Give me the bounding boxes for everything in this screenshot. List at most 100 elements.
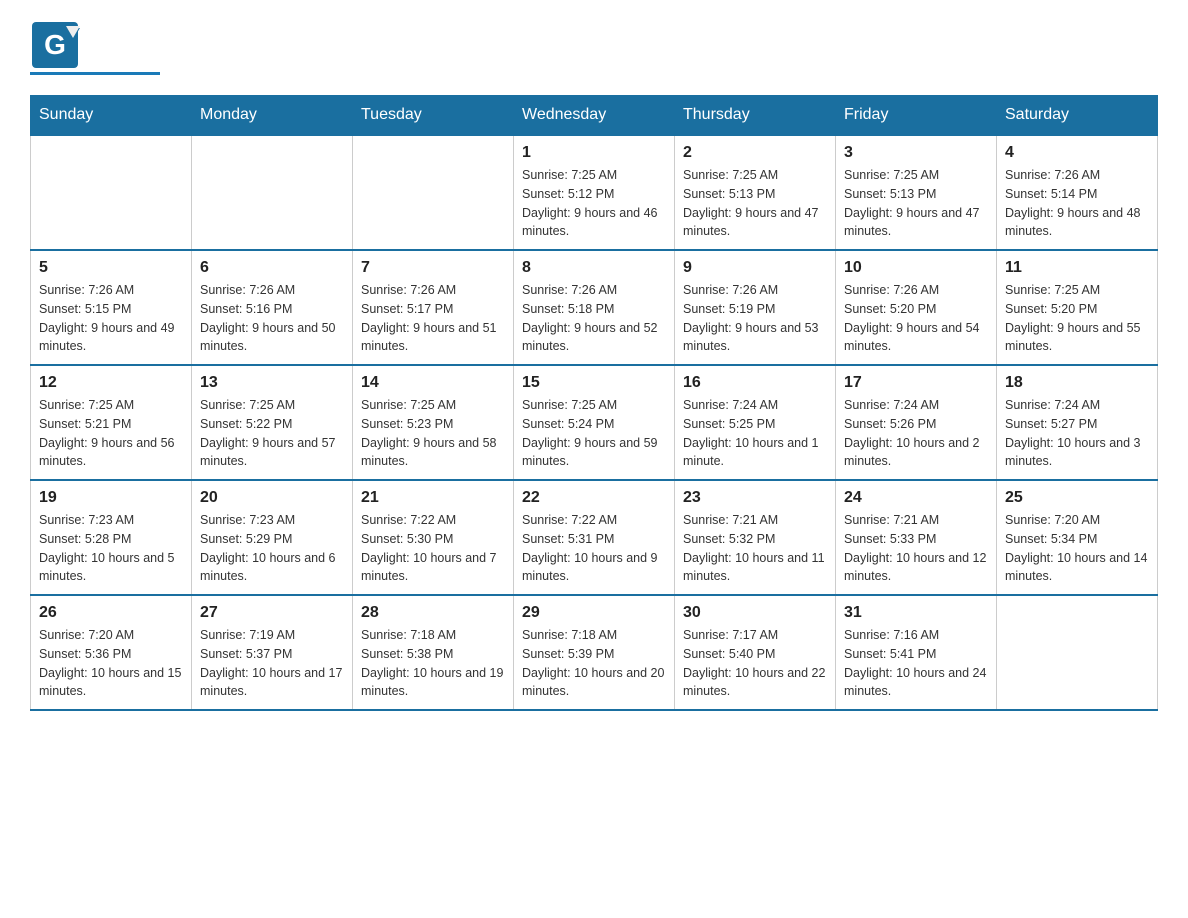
day-number: 23	[683, 489, 827, 507]
day-info: Sunrise: 7:23 AM	[39, 511, 183, 530]
calendar-cell: 28Sunrise: 7:18 AMSunset: 5:38 PMDayligh…	[353, 595, 514, 710]
day-info: Sunrise: 7:25 AM	[522, 396, 666, 415]
day-info: Sunrise: 7:21 AM	[683, 511, 827, 530]
day-info: Daylight: 10 hours and 17 minutes.	[200, 664, 344, 702]
day-info: Daylight: 10 hours and 2 minutes.	[844, 434, 988, 472]
calendar-day-header: Sunday	[31, 96, 192, 136]
day-info: Sunrise: 7:26 AM	[522, 281, 666, 300]
day-number: 25	[1005, 489, 1149, 507]
day-info: Daylight: 9 hours and 59 minutes.	[522, 434, 666, 472]
day-number: 24	[844, 489, 988, 507]
day-info: Daylight: 10 hours and 20 minutes.	[522, 664, 666, 702]
day-info: Sunset: 5:22 PM	[200, 415, 344, 434]
day-info: Sunset: 5:14 PM	[1005, 185, 1149, 204]
calendar-header-row: SundayMondayTuesdayWednesdayThursdayFrid…	[31, 96, 1158, 136]
day-info: Sunset: 5:17 PM	[361, 300, 505, 319]
day-info: Sunrise: 7:25 AM	[683, 166, 827, 185]
day-info: Sunrise: 7:24 AM	[683, 396, 827, 415]
svg-text:G: G	[44, 29, 66, 60]
day-info: Sunrise: 7:16 AM	[844, 626, 988, 645]
day-info: Daylight: 9 hours and 49 minutes.	[39, 319, 183, 357]
calendar-cell	[31, 135, 192, 250]
day-info: Sunset: 5:13 PM	[844, 185, 988, 204]
day-info: Sunrise: 7:21 AM	[844, 511, 988, 530]
day-info: Sunrise: 7:26 AM	[39, 281, 183, 300]
calendar-day-header: Thursday	[675, 96, 836, 136]
calendar-day-header: Saturday	[997, 96, 1158, 136]
day-number: 8	[522, 259, 666, 277]
day-info: Daylight: 10 hours and 9 minutes.	[522, 549, 666, 587]
day-info: Daylight: 10 hours and 3 minutes.	[1005, 434, 1149, 472]
calendar-cell: 27Sunrise: 7:19 AMSunset: 5:37 PMDayligh…	[192, 595, 353, 710]
calendar-cell: 11Sunrise: 7:25 AMSunset: 5:20 PMDayligh…	[997, 250, 1158, 365]
day-number: 30	[683, 604, 827, 622]
day-info: Sunrise: 7:25 AM	[522, 166, 666, 185]
day-info: Daylight: 9 hours and 48 minutes.	[1005, 204, 1149, 242]
day-info: Daylight: 9 hours and 55 minutes.	[1005, 319, 1149, 357]
day-info: Sunset: 5:23 PM	[361, 415, 505, 434]
day-info: Sunset: 5:21 PM	[39, 415, 183, 434]
day-number: 31	[844, 604, 988, 622]
day-number: 18	[1005, 374, 1149, 392]
calendar-week-row: 26Sunrise: 7:20 AMSunset: 5:36 PMDayligh…	[31, 595, 1158, 710]
day-number: 19	[39, 489, 183, 507]
day-info: Sunset: 5:18 PM	[522, 300, 666, 319]
calendar-cell: 1Sunrise: 7:25 AMSunset: 5:12 PMDaylight…	[514, 135, 675, 250]
day-info: Sunrise: 7:25 AM	[844, 166, 988, 185]
day-info: Sunrise: 7:23 AM	[200, 511, 344, 530]
calendar-cell: 31Sunrise: 7:16 AMSunset: 5:41 PMDayligh…	[836, 595, 997, 710]
day-number: 11	[1005, 259, 1149, 277]
calendar-cell: 17Sunrise: 7:24 AMSunset: 5:26 PMDayligh…	[836, 365, 997, 480]
calendar-cell: 29Sunrise: 7:18 AMSunset: 5:39 PMDayligh…	[514, 595, 675, 710]
calendar-cell: 9Sunrise: 7:26 AMSunset: 5:19 PMDaylight…	[675, 250, 836, 365]
day-info: Sunset: 5:15 PM	[39, 300, 183, 319]
day-info: Daylight: 9 hours and 56 minutes.	[39, 434, 183, 472]
calendar-cell: 22Sunrise: 7:22 AMSunset: 5:31 PMDayligh…	[514, 480, 675, 595]
calendar-cell: 5 Sunrise: 7:26 AMSunset: 5:15 PMDaylight…	[31, 250, 192, 365]
logo: G	[30, 20, 160, 75]
day-number: 9	[683, 259, 827, 277]
calendar-table: SundayMondayTuesdayWednesdayThursdayFrid…	[30, 95, 1158, 711]
day-info: Sunset: 5:34 PM	[1005, 530, 1149, 549]
calendar-cell: 10Sunrise: 7:26 AMSunset: 5:20 PMDayligh…	[836, 250, 997, 365]
day-info: Sunrise: 7:26 AM	[361, 281, 505, 300]
day-info: Sunset: 5:24 PM	[522, 415, 666, 434]
day-info: Sunrise: 7:18 AM	[522, 626, 666, 645]
calendar-cell: 21Sunrise: 7:22 AMSunset: 5:30 PMDayligh…	[353, 480, 514, 595]
calendar-cell: 7Sunrise: 7:26 AMSunset: 5:17 PMDaylight…	[353, 250, 514, 365]
day-info: Sunrise: 7:25 AM	[200, 396, 344, 415]
day-info: Daylight: 10 hours and 12 minutes.	[844, 549, 988, 587]
day-info: Daylight: 9 hours and 54 minutes.	[844, 319, 988, 357]
calendar-cell: 18Sunrise: 7:24 AMSunset: 5:27 PMDayligh…	[997, 365, 1158, 480]
day-info: Sunrise: 7:26 AM	[200, 281, 344, 300]
day-info: Sunset: 5:37 PM	[200, 645, 344, 664]
day-info: Sunset: 5:16 PM	[200, 300, 344, 319]
day-info: Sunset: 5:12 PM	[522, 185, 666, 204]
day-info: Sunrise: 7:17 AM	[683, 626, 827, 645]
calendar-cell: 30Sunrise: 7:17 AMSunset: 5:40 PMDayligh…	[675, 595, 836, 710]
day-info: Sunrise: 7:25 AM	[39, 396, 183, 415]
day-info: Daylight: 9 hours and 50 minutes.	[200, 319, 344, 357]
day-info: Sunrise: 7:20 AM	[1005, 511, 1149, 530]
day-info: Sunrise: 7:26 AM	[844, 281, 988, 300]
day-info: Sunrise: 7:25 AM	[361, 396, 505, 415]
calendar-cell	[192, 135, 353, 250]
day-number: 3	[844, 144, 988, 162]
calendar-day-header: Tuesday	[353, 96, 514, 136]
day-info: Daylight: 10 hours and 19 minutes.	[361, 664, 505, 702]
day-info: Sunrise: 7:24 AM	[844, 396, 988, 415]
day-number: 29	[522, 604, 666, 622]
day-info: Daylight: 10 hours and 15 minutes.	[39, 664, 183, 702]
day-info: Sunset: 5:27 PM	[1005, 415, 1149, 434]
day-number: 2	[683, 144, 827, 162]
day-info: Daylight: 9 hours and 51 minutes.	[361, 319, 505, 357]
day-number: 6	[200, 259, 344, 277]
day-number: 1	[522, 144, 666, 162]
calendar-cell: 8Sunrise: 7:26 AMSunset: 5:18 PMDaylight…	[514, 250, 675, 365]
day-info: Sunrise: 7:22 AM	[522, 511, 666, 530]
day-number: 5	[39, 259, 183, 277]
day-number: 27	[200, 604, 344, 622]
day-info: Sunset: 5:33 PM	[844, 530, 988, 549]
day-info: Sunset: 5:25 PM	[683, 415, 827, 434]
day-info: Sunset: 5:41 PM	[844, 645, 988, 664]
